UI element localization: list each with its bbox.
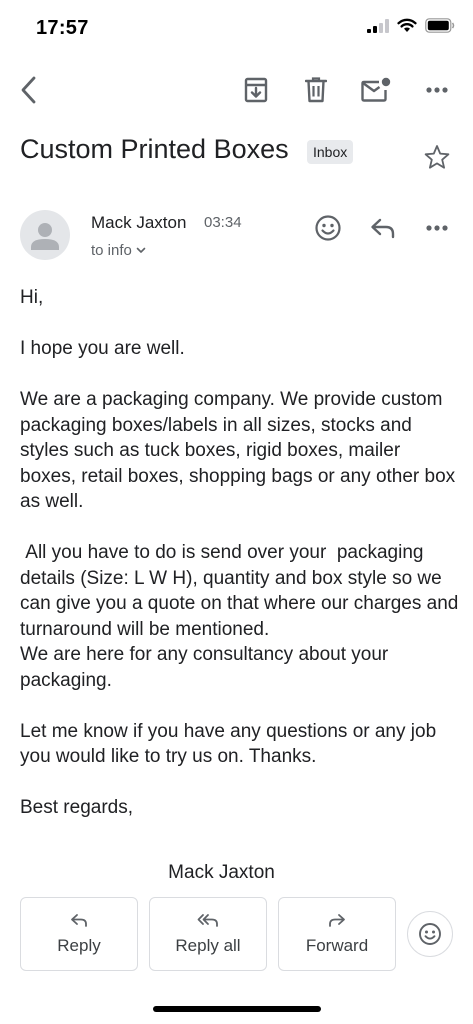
archive-button[interactable] xyxy=(238,72,274,108)
home-indicator[interactable] xyxy=(153,1006,321,1012)
reply-actions: Reply Reply all Forward xyxy=(20,897,460,972)
body-signature: Mack Jaxton xyxy=(168,862,275,883)
cellular-signal-icon xyxy=(367,18,389,33)
recipient-toggle[interactable]: to info xyxy=(91,242,146,259)
chevron-left-icon xyxy=(21,76,36,104)
reply-button[interactable]: Reply xyxy=(20,897,138,971)
mail-unread-icon xyxy=(361,77,391,102)
message-more-button[interactable] xyxy=(419,210,455,246)
reply-icon-button[interactable] xyxy=(365,210,401,246)
status-icons xyxy=(367,18,455,33)
body-paragraph: We are here for any consultancy about yo… xyxy=(20,644,389,691)
subject-row: Custom Printed Boxes Inbox xyxy=(20,134,460,174)
reply-label: Reply xyxy=(57,935,101,955)
reply-all-label: Reply all xyxy=(175,935,241,955)
inbox-label-chip[interactable]: Inbox xyxy=(307,140,354,164)
email-toolbar xyxy=(0,64,473,116)
emoji-icon xyxy=(419,923,441,945)
wifi-icon xyxy=(397,18,417,32)
reply-icon xyxy=(371,218,395,239)
status-bar: 17:57 xyxy=(0,0,473,56)
status-time: 17:57 xyxy=(36,17,89,39)
body-paragraph: We are a packaging company. We provide c… xyxy=(20,389,456,512)
delete-button[interactable] xyxy=(298,72,334,108)
trash-icon xyxy=(305,77,327,103)
add-reaction-button[interactable] xyxy=(310,210,346,246)
avatar[interactable] xyxy=(20,210,70,260)
sender-row: Mack Jaxton 03:34 to info xyxy=(20,208,460,268)
back-button[interactable] xyxy=(10,72,46,108)
more-options-button[interactable] xyxy=(419,72,455,108)
email-subject: Custom Printed Boxes xyxy=(20,134,289,164)
reply-all-button[interactable]: Reply all xyxy=(149,897,267,971)
body-greeting: Hi, xyxy=(20,287,44,308)
react-emoji-button[interactable] xyxy=(407,911,453,957)
default-avatar-icon xyxy=(31,223,59,250)
body-paragraph: Let me know if you have any questions or… xyxy=(20,720,437,768)
star-icon xyxy=(424,145,450,169)
chevron-down-icon xyxy=(136,247,146,253)
body-closing: Best regards, xyxy=(20,797,133,818)
reply-all-icon xyxy=(197,913,218,927)
more-horizontal-icon xyxy=(426,87,448,93)
more-horizontal-icon xyxy=(426,225,448,231)
body-paragraph: I hope you are well. xyxy=(20,338,185,359)
recipient-text: to info xyxy=(91,242,132,259)
emoji-icon xyxy=(315,215,341,241)
reply-icon xyxy=(71,913,87,927)
email-body: Hi, I hope you are well. We are a packag… xyxy=(20,285,460,846)
forward-label: Forward xyxy=(305,935,369,955)
mark-unread-button[interactable] xyxy=(358,72,394,108)
forward-button[interactable]: Forward xyxy=(278,897,396,971)
battery-icon xyxy=(425,18,455,33)
sender-name[interactable]: Mack Jaxton xyxy=(91,213,186,233)
email-time: 03:34 xyxy=(204,214,242,231)
archive-icon xyxy=(244,77,268,103)
forward-icon xyxy=(329,913,345,927)
star-button[interactable] xyxy=(424,144,450,175)
body-paragraph: All you have to do is send over your pac… xyxy=(20,542,464,640)
